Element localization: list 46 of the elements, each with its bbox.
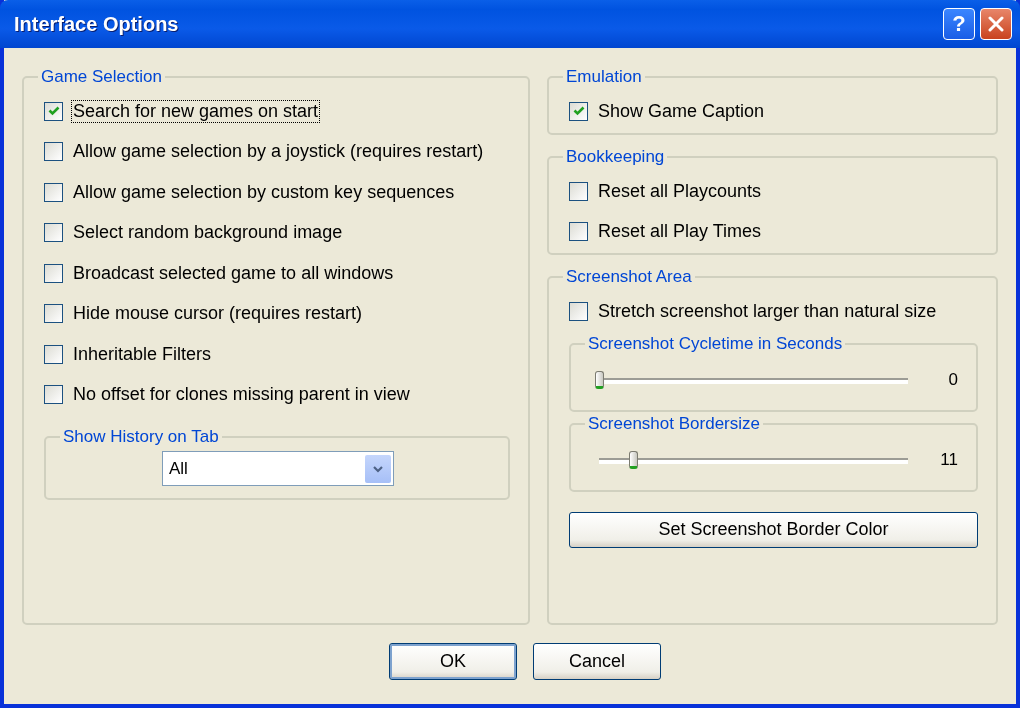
check-icon (572, 105, 585, 118)
dialog-button[interactable]: OK (389, 643, 517, 680)
slider-value: 11 (939, 449, 958, 470)
group-title: Screenshot Bordersize (587, 413, 761, 434)
checkbox-label[interactable]: Hide mouse cursor (requires restart) (71, 302, 365, 326)
checkbox[interactable] (44, 101, 63, 121)
slider-thumb[interactable] (595, 370, 604, 389)
checkbox-label[interactable]: Select random background image (71, 221, 345, 245)
group-title: Game Selection (40, 67, 163, 87)
checkbox[interactable] (44, 142, 63, 162)
group-title: Screenshot Area (565, 267, 693, 287)
slider-thumb[interactable] (629, 450, 638, 469)
checkbox-label[interactable]: Reset all Play Times (596, 220, 764, 244)
checkbox[interactable] (569, 101, 588, 121)
checkbox[interactable] (44, 223, 63, 243)
checkbox-label[interactable]: Show Game Caption (596, 99, 767, 123)
checkbox[interactable] (44, 344, 63, 364)
dropdown[interactable]: All (162, 451, 394, 486)
border-color-button[interactable]: Set Screenshot Border Color (569, 511, 978, 548)
checkbox-label[interactable]: Allow game selection by custom key sequences (71, 180, 457, 204)
close-button[interactable] (980, 8, 1012, 40)
checkbox[interactable] (44, 304, 63, 324)
checkbox[interactable] (44, 182, 63, 202)
group-title: Emulation (565, 67, 643, 87)
window-title: Interface Options (14, 12, 180, 36)
checkbox[interactable] (569, 301, 588, 321)
checkbox[interactable] (44, 385, 63, 405)
check-icon (47, 105, 60, 118)
checkbox-label[interactable]: Reset all Playcounts (596, 179, 764, 203)
checkbox-label[interactable]: Inheritable Filters (71, 342, 214, 366)
group-title: Bookkeeping (565, 147, 666, 167)
close-icon (988, 16, 1004, 32)
checkbox-label[interactable]: Stretch screenshot larger than natural size (596, 299, 939, 323)
checkbox[interactable] (44, 263, 63, 283)
help-button[interactable]: ? (943, 8, 975, 40)
dialog-button[interactable]: Cancel (533, 643, 661, 680)
checkbox-label[interactable]: Search for new games on start (71, 99, 321, 123)
slider[interactable] (599, 450, 908, 469)
checkbox[interactable] (569, 222, 588, 242)
checkbox-label[interactable]: Broadcast selected game to all windows (71, 261, 396, 285)
checkbox-label[interactable]: No offset for clones missing parent in view (71, 383, 412, 407)
checkbox[interactable] (569, 181, 588, 201)
group-title: Screenshot Cycletime in Seconds (587, 333, 844, 354)
slider-value: 0 (947, 369, 958, 390)
checkbox-label[interactable]: Allow game selection by a joystick (requires restart) (71, 140, 486, 164)
group-title: Show History on Tab (62, 427, 220, 447)
